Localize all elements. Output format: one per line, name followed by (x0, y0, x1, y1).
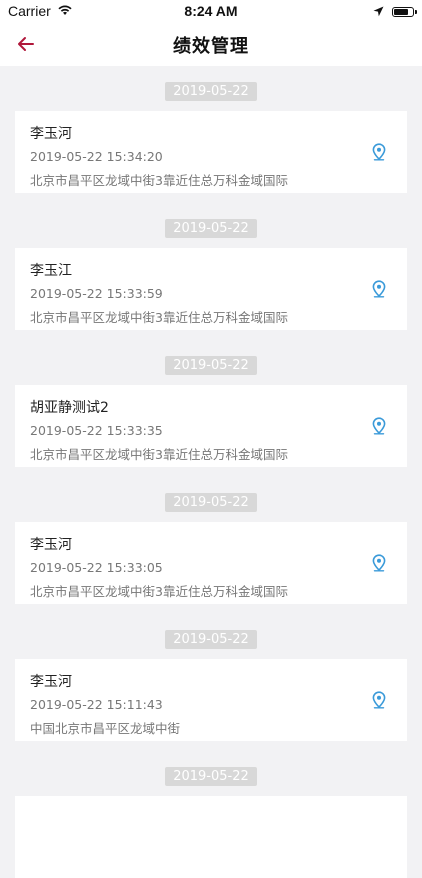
list-item[interactable]: 胡亚静测试2 2019-05-22 15:33:35 北京市昌平区龙域中街3靠近… (15, 385, 407, 467)
status-right (373, 4, 417, 20)
date-badge: 2019-05-22 (165, 629, 257, 649)
date-header: 2019-05-22 (0, 487, 422, 517)
record-name: 李玉河 (30, 537, 72, 553)
date-badge: 2019-05-22 (165, 766, 257, 786)
list-item[interactable]: 李玉河 2019-05-22 15:11:43 中国北京市昌平区龙域中街 (15, 659, 407, 741)
record-name: 胡亚静测试2 (30, 400, 109, 416)
status-time: 8:24 AM (184, 3, 238, 19)
location-pin-icon[interactable] (371, 554, 387, 572)
date-badge: 2019-05-22 (165, 492, 257, 512)
list-item[interactable]: 李玉河 2019-05-22 15:33:05 北京市昌平区龙域中街3靠近住总万… (15, 522, 407, 604)
record-name: 李玉河 (30, 674, 72, 690)
page-title: 绩效管理 (173, 36, 249, 57)
date-badge: 2019-05-22 (165, 355, 257, 375)
location-services-icon (373, 4, 384, 20)
record-address: 北京市昌平区龙域中街3靠近住总万科金域国际 (30, 584, 288, 599)
date-header: 2019-05-22 (0, 76, 422, 106)
nav-bar: 绩效管理 (0, 22, 422, 66)
date-header: 2019-05-22 (0, 213, 422, 243)
location-pin-icon[interactable] (371, 691, 387, 709)
status-bar: Carrier 8:24 AM (0, 0, 422, 22)
date-header: 2019-05-22 (0, 761, 422, 791)
record-list[interactable]: 2019-05-22 李玉河 2019-05-22 15:34:20 北京市昌平… (0, 66, 422, 878)
record-name: 李玉江 (30, 263, 72, 279)
list-item[interactable] (15, 796, 407, 878)
record-name: 李玉河 (30, 126, 72, 142)
location-pin-icon[interactable] (371, 143, 387, 161)
record-address: 北京市昌平区龙域中街3靠近住总万科金域国际 (30, 173, 288, 188)
record-time: 2019-05-22 15:11:43 (30, 697, 163, 712)
list-item[interactable]: 李玉江 2019-05-22 15:33:59 北京市昌平区龙域中街3靠近住总万… (15, 248, 407, 330)
location-pin-icon[interactable] (371, 280, 387, 298)
date-header: 2019-05-22 (0, 624, 422, 654)
date-badge: 2019-05-22 (165, 218, 257, 238)
location-pin-icon[interactable] (371, 417, 387, 435)
date-badge: 2019-05-22 (165, 81, 257, 101)
battery-icon (392, 7, 417, 17)
record-time: 2019-05-22 15:33:05 (30, 560, 163, 575)
date-header: 2019-05-22 (0, 350, 422, 380)
record-address: 北京市昌平区龙域中街3靠近住总万科金域国际 (30, 447, 288, 462)
record-time: 2019-05-22 15:33:59 (30, 286, 163, 301)
list-item[interactable]: 李玉河 2019-05-22 15:34:20 北京市昌平区龙域中街3靠近住总万… (15, 111, 407, 193)
record-time: 2019-05-22 15:33:35 (30, 423, 163, 438)
record-address: 中国北京市昌平区龙域中街 (30, 721, 181, 736)
record-address: 北京市昌平区龙域中街3靠近住总万科金域国际 (30, 310, 288, 325)
record-time: 2019-05-22 15:34:20 (30, 149, 163, 164)
record-name (30, 808, 392, 828)
